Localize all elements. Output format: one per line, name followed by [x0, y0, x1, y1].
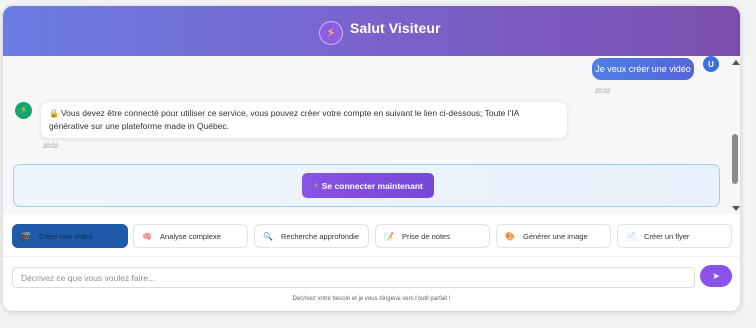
tool-label: Créer un flyer [644, 231, 690, 241]
chat-app: ⚡ Salut Visiteur Je veux créer une vidéo… [3, 6, 740, 311]
login-button-label: Se connecter maintenant [321, 180, 423, 191]
tool-label: Prise de notes [402, 231, 450, 241]
bot-message: 🔒 Vous devez être connecté pour utiliser … [40, 101, 568, 139]
bot-avatar-lightning-icon: ⚡ [15, 102, 32, 119]
send-button[interactable]: ➤ [700, 265, 732, 287]
login-panel: ⚡ Se connecter maintenant [13, 164, 720, 207]
chat-area[interactable]: Je veux créer une vidéo U 20:02 ⚡ 🔒 Vous … [3, 56, 740, 214]
tool-deep-search-button[interactable]: 🔍 Recherche approfondie [254, 224, 369, 248]
tool-notes-button[interactable]: 📝 Prise de notes [375, 224, 490, 248]
lock-icon: 🔒 [49, 109, 59, 118]
request-input[interactable] [12, 267, 695, 288]
header: ⚡ Salut Visiteur [3, 6, 740, 56]
scroll-down-arrow-icon[interactable] [732, 206, 740, 211]
input-hint: Décrivez votre besoin et je vous diriger… [292, 296, 451, 302]
palette-icon: 🎨 [505, 231, 515, 241]
lightning-icon: ⚡ [313, 181, 319, 190]
memo-icon: 📝 [384, 231, 394, 241]
document-icon: 📄 [626, 231, 636, 241]
tool-label: Recherche approfondie [281, 231, 359, 241]
tool-bar: 🎬 Créer une vidéo 🧠 Analyse complexe 🔍 R… [3, 214, 740, 256]
tool-label: Analyse complexe [160, 231, 221, 241]
user-message-time: 20:02 [595, 89, 611, 95]
bot-message-text: Vous devez être connecté pour utiliser c… [49, 108, 519, 131]
scroll-up-arrow-icon[interactable] [732, 60, 740, 65]
send-arrow-icon: ➤ [712, 270, 720, 281]
page-title: Salut Visiteur [350, 20, 441, 36]
lightning-icon: ⚡ [319, 21, 343, 45]
magnifier-icon: 🔍 [263, 231, 273, 241]
tool-generate-image-button[interactable]: 🎨 Générer une image [496, 224, 611, 248]
clapperboard-icon: 🎬 [21, 231, 31, 241]
tool-create-flyer-button[interactable]: 📄 Créer un flyer [617, 224, 732, 248]
tool-label: Créer une vidéo [39, 231, 93, 241]
bot-message-time: 20:02 [43, 144, 59, 150]
tool-label: Générer une image [523, 231, 588, 241]
brain-icon: 🧠 [142, 231, 152, 241]
login-button[interactable]: ⚡ Se connecter maintenant [302, 173, 434, 198]
user-message-text: Je veux créer une vidéo [595, 64, 691, 74]
tool-complex-analysis-button[interactable]: 🧠 Analyse complexe [133, 224, 248, 248]
user-avatar: U [703, 56, 719, 72]
scrollbar-thumb[interactable] [732, 134, 738, 184]
tool-create-video-button[interactable]: 🎬 Créer une vidéo [12, 224, 128, 248]
user-message: Je veux créer une vidéo [592, 58, 694, 80]
input-area: ➤ Décrivez votre besoin et je vous dirig… [3, 256, 740, 311]
